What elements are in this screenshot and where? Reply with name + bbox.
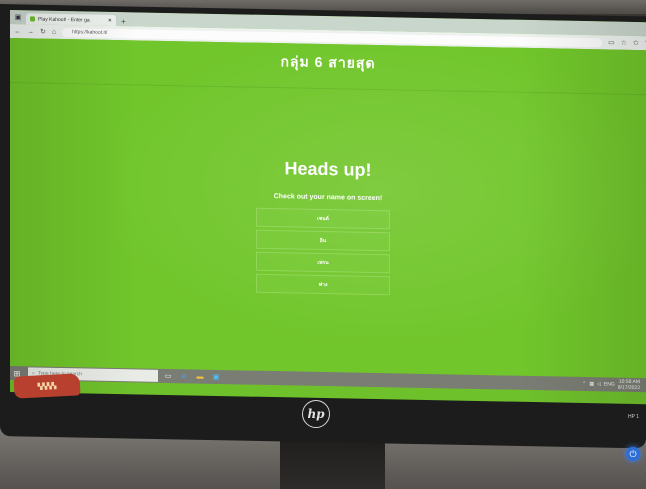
favorites-list-icon[interactable]: ✩ — [633, 39, 639, 47]
system-tray: ⌃ ▦ ◁ ENG 10:58 AM 8/17/2022 — [582, 378, 646, 391]
player-name: เฟรน — [256, 251, 390, 274]
player-name: อิน — [256, 229, 390, 252]
power-icon: ⏻ — [629, 448, 637, 459]
power-button[interactable]: ⏻ — [626, 447, 640, 461]
favorite-star-icon[interactable]: ☆ — [621, 39, 627, 47]
clock-date: 8/17/2022 — [617, 384, 640, 392]
system-clock[interactable]: 10:58 AM 8/17/2022 — [618, 379, 640, 391]
back-icon[interactable]: ← — [14, 28, 21, 35]
model-label: HP 1 — [628, 414, 640, 420]
forward-icon[interactable]: → — [27, 28, 34, 35]
close-tab-icon[interactable]: ✕ — [108, 17, 112, 23]
store-icon[interactable]: ▣ — [210, 373, 222, 381]
monitor-screen: ▣ Play Kahoot! - Enter ga ✕ + ← → ↻ ⌂ ht… — [10, 10, 646, 405]
heads-up-heading: Heads up! — [284, 158, 372, 180]
home-icon[interactable]: ⌂ — [52, 28, 56, 35]
hp-logo: hp — [302, 400, 330, 428]
network-icon[interactable]: ▦ — [589, 381, 594, 387]
refresh-icon[interactable]: ↻ — [40, 28, 46, 36]
kahoot-favicon-icon — [30, 16, 35, 22]
volume-icon[interactable]: ◁ — [597, 381, 601, 387]
check-name-subtitle: Check out your name on screen! — [273, 193, 383, 203]
header-divider — [10, 82, 646, 96]
file-explorer-icon[interactable]: ▬ — [194, 373, 206, 380]
kahoot-lobby-page: กลุ่ม 6 สายสุด Heads up! Check out your … — [10, 38, 646, 379]
sticker-text: ▚▚▚▚ — [37, 383, 57, 390]
task-view-icon[interactable]: ▭ — [162, 372, 174, 380]
team-name-title: กลุ่ม 6 สายสุด — [280, 53, 376, 72]
edge-browser-icon[interactable]: e — [178, 373, 190, 380]
player-name: ฟาง — [256, 273, 390, 296]
reader-view-icon[interactable]: ▭ — [608, 38, 615, 46]
show-hidden-icons-icon[interactable]: ⌃ — [582, 381, 586, 387]
tab-title: Play Kahoot! - Enter ga — [38, 16, 90, 24]
player-name: เซนต์ — [256, 207, 390, 230]
new-tab-button[interactable]: + — [116, 17, 131, 26]
sticker-label: ▚▚▚▚ — [13, 373, 81, 399]
window-menu-icon[interactable]: ▣ — [10, 10, 26, 24]
keyboard-language-icon[interactable]: ENG — [604, 381, 615, 387]
player-names-list: เซนต์ อิน เฟรน ฟาง — [256, 207, 390, 299]
